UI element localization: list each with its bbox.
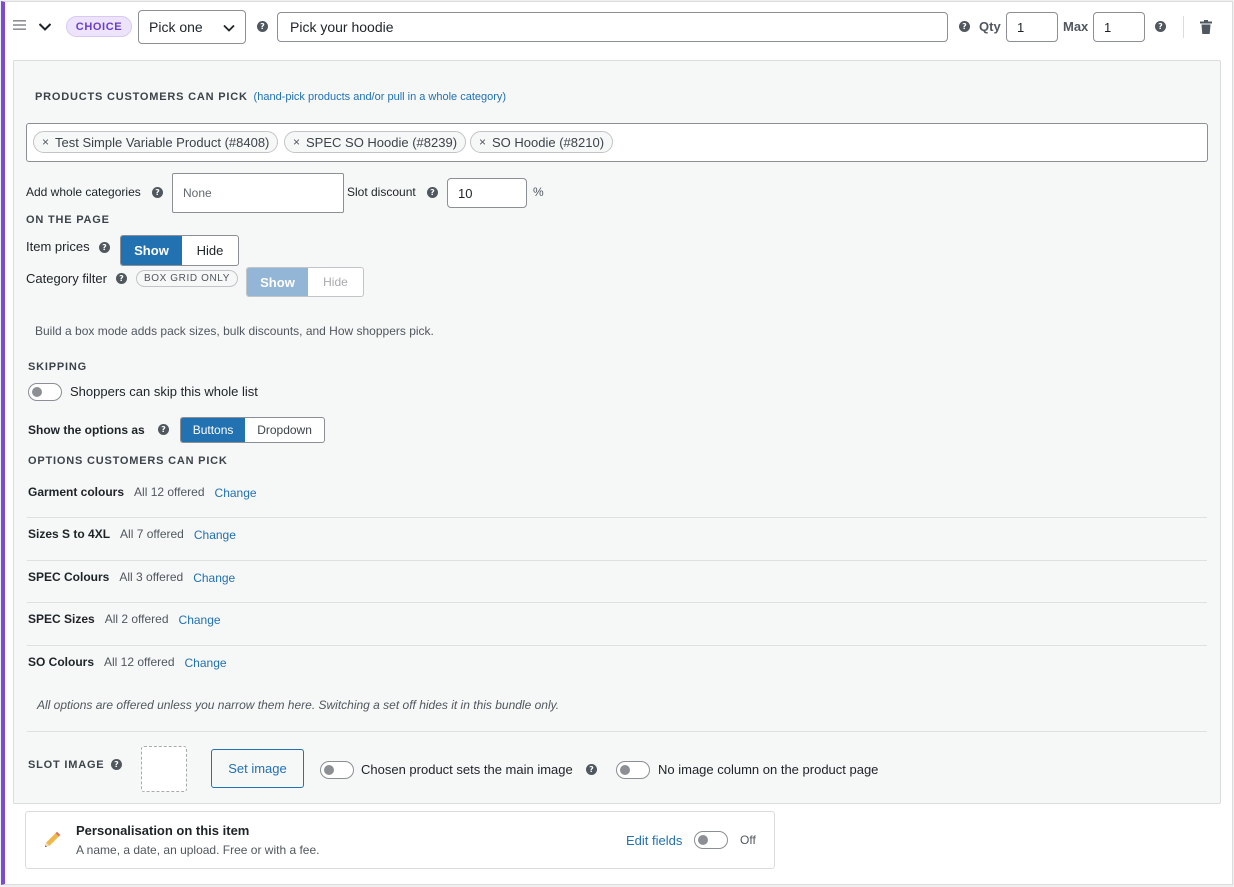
on-page-heading: ON THE PAGE xyxy=(26,214,110,226)
option-change-link[interactable]: Change xyxy=(193,571,235,585)
products-hint: (hand-pick products and/or pull in a who… xyxy=(253,91,507,103)
option-name: SPEC Sizes xyxy=(28,612,95,626)
dropdown-mode-button[interactable]: Dropdown xyxy=(245,418,324,442)
mode-select-value: Pick one xyxy=(149,19,203,35)
buttons-mode-button[interactable]: Buttons xyxy=(181,418,246,442)
help-icon[interactable]: ? xyxy=(158,424,169,435)
option-row: Sizes S to 4XL All 7 offered Change xyxy=(28,527,236,542)
remove-icon[interactable]: × xyxy=(479,135,486,149)
help-icon[interactable]: ? xyxy=(152,187,163,198)
main-image-label: Chosen product sets the main image xyxy=(361,762,573,777)
help-icon[interactable]: ? xyxy=(427,187,438,198)
option-row: Garment colours All 12 offered Change xyxy=(28,485,257,500)
slot-discount-input[interactable]: 10 xyxy=(447,178,527,208)
product-tag[interactable]: × SO Hoodie (#8210) xyxy=(470,131,614,153)
help-icon[interactable]: ? xyxy=(959,21,970,32)
option-count: All 3 offered xyxy=(119,570,184,584)
max-input[interactable]: 1 xyxy=(1093,12,1145,42)
products-picker[interactable]: × Test Simple Variable Product (#8408) ×… xyxy=(26,123,1208,162)
qty-label: Qty xyxy=(979,19,1001,34)
help-icon[interactable]: ? xyxy=(257,21,268,32)
help-icon[interactable]: ? xyxy=(111,759,122,770)
divider xyxy=(27,645,1207,646)
pencil-icon xyxy=(42,830,62,850)
personalisation-toggle[interactable] xyxy=(694,831,728,849)
mode-select[interactable]: Pick one xyxy=(138,10,246,44)
image-placeholder[interactable] xyxy=(141,746,187,792)
option-name: SPEC Colours xyxy=(28,570,110,584)
divider xyxy=(27,731,1207,732)
option-name: SO Colours xyxy=(28,655,95,669)
percent-unit: % xyxy=(533,185,544,199)
chevron-down-icon[interactable] xyxy=(38,20,52,31)
remove-icon[interactable]: × xyxy=(42,135,49,149)
options-footnote: All options are offered unless you narro… xyxy=(37,698,560,712)
chevron-down-icon xyxy=(223,24,235,32)
skipping-heading: SKIPPING xyxy=(28,361,87,373)
options-heading: OPTIONS CUSTOMERS CAN PICK xyxy=(28,455,228,467)
box-mode-note: Build a box mode adds pack sizes, bulk d… xyxy=(35,324,434,338)
trash-icon[interactable] xyxy=(1200,20,1212,34)
option-name: Sizes S to 4XL xyxy=(28,527,111,541)
option-change-link[interactable]: Change xyxy=(215,486,257,500)
no-image-column-toggle[interactable] xyxy=(616,761,650,779)
personalisation-state: Off xyxy=(740,833,756,847)
option-change-link[interactable]: Change xyxy=(194,528,236,542)
skip-list-toggle[interactable] xyxy=(28,383,62,401)
slot-discount-label: Slot discount xyxy=(347,185,416,199)
products-heading: PRODUCTS CUSTOMERS CAN PICK (hand-pick p… xyxy=(35,91,506,103)
product-tag-label: Test Simple Variable Product (#8408) xyxy=(55,134,270,150)
divider xyxy=(27,602,1207,603)
show-options-label: Show the options as xyxy=(28,423,145,437)
category-filter-show-button[interactable]: Show xyxy=(247,268,308,296)
option-change-link[interactable]: Change xyxy=(185,656,227,670)
help-icon[interactable]: ? xyxy=(586,764,597,775)
product-tag[interactable]: × SPEC SO Hoodie (#8239) xyxy=(284,131,467,153)
slot-image-heading: SLOT IMAGE xyxy=(28,759,105,771)
divider xyxy=(1183,16,1184,38)
option-row: SO Colours All 12 offered Change xyxy=(28,655,227,670)
products-heading-text: PRODUCTS CUSTOMERS CAN PICK xyxy=(35,91,248,103)
main-image-toggle[interactable] xyxy=(320,761,354,779)
help-icon[interactable]: ? xyxy=(99,242,110,253)
no-image-column-label: No image column on the product page xyxy=(658,762,879,777)
set-image-button[interactable]: Set image xyxy=(211,749,304,788)
drag-handle-icon[interactable] xyxy=(13,19,26,31)
category-filter-label: Category filter xyxy=(26,271,107,286)
category-filter-hide-button[interactable]: Hide xyxy=(308,268,363,296)
category-filter-toggle: Show Hide xyxy=(246,267,364,297)
personalisation-title: Personalisation on this item xyxy=(76,823,250,838)
item-prices-show-button[interactable]: Show xyxy=(121,236,182,265)
divider xyxy=(27,517,1207,518)
categories-input[interactable]: None xyxy=(172,173,344,213)
remove-icon[interactable]: × xyxy=(293,135,300,149)
edit-fields-link[interactable]: Edit fields xyxy=(626,833,682,848)
option-count: All 12 offered xyxy=(134,485,205,499)
item-prices-hide-button[interactable]: Hide xyxy=(182,236,238,265)
help-icon[interactable]: ? xyxy=(1155,21,1166,32)
product-tag[interactable]: × Test Simple Variable Product (#8408) xyxy=(33,131,279,153)
option-change-link[interactable]: Change xyxy=(179,613,221,627)
option-count: All 12 offered xyxy=(104,655,175,669)
skip-list-label: Shoppers can skip this whole list xyxy=(70,384,258,399)
slot-title-input[interactable]: Pick your hoodie xyxy=(277,12,948,42)
item-prices-toggle: Show Hide xyxy=(120,235,239,266)
categories-label: Add whole categories xyxy=(26,185,141,199)
option-row: SPEC Sizes All 2 offered Change xyxy=(28,612,221,627)
qty-input[interactable]: 1 xyxy=(1006,12,1058,42)
display-mode-toggle: Buttons Dropdown xyxy=(180,417,325,443)
option-name: Garment colours xyxy=(28,485,125,499)
personalisation-desc: A name, a date, an upload. Free or with … xyxy=(76,843,320,857)
product-tag-label: SO Hoodie (#8210) xyxy=(492,134,605,150)
choice-badge: CHOICE xyxy=(66,16,132,37)
max-label: Max xyxy=(1063,19,1089,34)
item-prices-label: Item prices xyxy=(26,239,90,254)
option-row: SPEC Colours All 3 offered Change xyxy=(28,570,235,585)
option-count: All 7 offered xyxy=(120,527,184,541)
box-grid-only-badge: BOX GRID ONLY xyxy=(136,270,238,287)
divider xyxy=(27,560,1207,561)
product-tag-label: SPEC SO Hoodie (#8239) xyxy=(306,134,458,150)
option-count: All 2 offered xyxy=(104,612,169,626)
help-icon[interactable]: ? xyxy=(116,273,127,284)
